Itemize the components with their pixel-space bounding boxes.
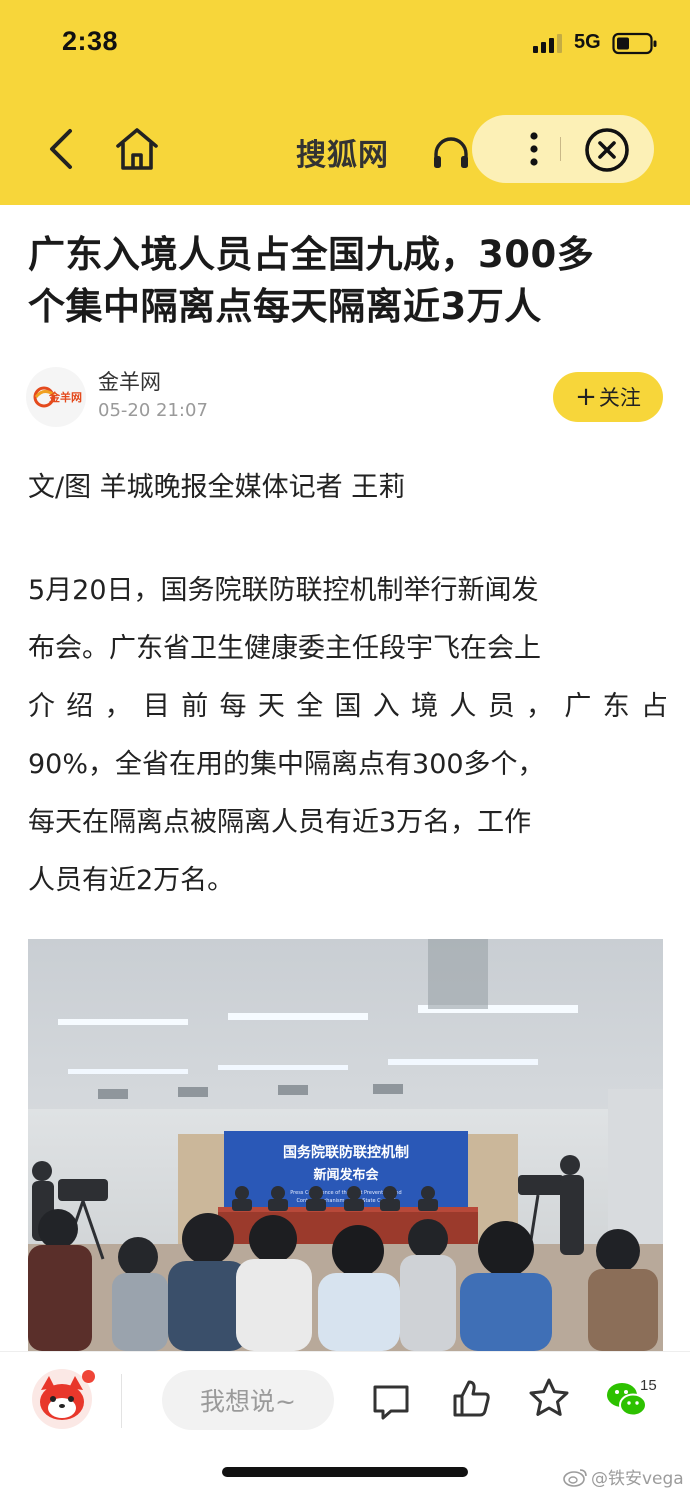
capsule-divider <box>560 137 561 161</box>
comment-input[interactable]: 我想说~ <box>162 1370 334 1430</box>
follow-label: 关注 <box>598 386 641 410</box>
article-photo[interactable]: 国务院联防联控机制 新闻发布会 Press Conference of the … <box>28 939 663 1351</box>
weibo-logo-icon <box>563 1468 587 1487</box>
like-icon[interactable] <box>449 1376 493 1420</box>
plus-icon: + <box>575 382 597 412</box>
article-headline: 广东入境人员占全国九成，300多 个集中隔离点每天隔离近3万人 <box>28 229 668 333</box>
follow-button[interactable]: + 关注 <box>553 372 663 422</box>
star-icon[interactable] <box>527 1376 571 1420</box>
status-time: 2:38 <box>62 26 119 56</box>
signal-icon <box>533 34 562 53</box>
paragraph-line: 人员有近2万名。 <box>28 865 235 896</box>
close-icon[interactable] <box>582 125 632 175</box>
top-bar: 2:38 5G 搜狐网 <box>0 0 690 205</box>
source-logo[interactable]: 金羊网 <box>26 367 86 427</box>
source-name[interactable]: 金羊网 <box>98 366 161 396</box>
more-icon[interactable] <box>512 127 556 171</box>
paragraph-line: 每天在隔离点被隔离人员有近3万名，工作 <box>28 807 532 838</box>
battery-icon <box>612 32 657 55</box>
byline: 文/图 羊城晚报全媒体记者 王莉 <box>28 472 406 503</box>
bottom-bar: 我想说~ 15 @铁安vega <box>0 1351 690 1495</box>
bottom-divider <box>121 1374 122 1428</box>
source-logo-text: 金羊网 <box>48 390 82 404</box>
banner-title: 国务院联防联控机制 <box>283 1144 409 1161</box>
home-indicator <box>222 1467 468 1477</box>
notification-dot <box>82 1370 95 1383</box>
headphones-icon[interactable] <box>431 134 471 170</box>
paragraph-line: 布会。广东省卫生健康委主任段宇飞在会上 <box>28 633 541 664</box>
capsule-menu <box>472 115 654 183</box>
page-title: 搜狐网 <box>296 138 389 173</box>
share-count: 15 <box>640 1377 657 1394</box>
comment-icon[interactable] <box>369 1379 413 1423</box>
paragraph-line: 介绍，目前每天全国入境人员，广东占 <box>28 691 668 722</box>
headline-line: 广东入境人员占全国九成，300多 <box>28 233 595 276</box>
network-label: 5G <box>574 31 601 53</box>
publish-time: 05-20 21:07 <box>98 400 208 421</box>
watermark: @铁安vega <box>563 1464 684 1489</box>
paragraph-line: 90%，全省在用的集中隔离点有300多个， <box>28 749 545 780</box>
home-icon[interactable] <box>112 126 162 172</box>
paragraph-line: 5月20日，国务院联防联控机制举行新闻发 <box>28 575 539 606</box>
banner-subtitle: 新闻发布会 <box>313 1167 379 1183</box>
watermark-text: @铁安vega <box>591 1469 684 1489</box>
headline-line: 个集中隔离点每天隔离近3万人 <box>28 285 542 328</box>
back-icon[interactable] <box>42 125 82 173</box>
article-paragraph: 5月20日，国务院联防联控机制举行新闻发 布会。广东省卫生健康委主任段宇飞在会上… <box>28 562 668 910</box>
